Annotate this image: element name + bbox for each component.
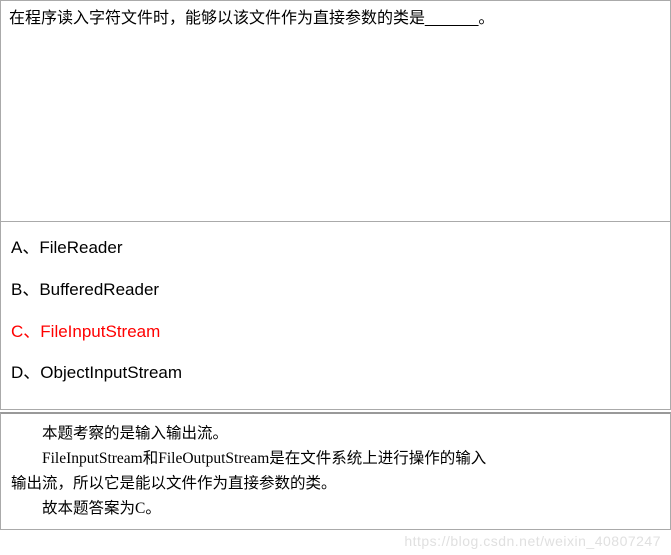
- option-c-label: C、: [11, 322, 40, 341]
- option-a: A、FileReader: [11, 236, 660, 260]
- option-b: B、BufferedReader: [11, 278, 660, 302]
- explanation-line-1: 本题考察的是输入输出流。: [11, 422, 660, 447]
- option-a-text: FileReader: [39, 238, 122, 257]
- question-text: 在程序读入字符文件时，能够以该文件作为直接参数的类是______。: [9, 10, 494, 27]
- option-c-text: FileInputStream: [40, 322, 160, 341]
- explanation-section: 本题考察的是输入输出流。 FileInputStream和FileOutputS…: [0, 412, 671, 530]
- option-c: C、FileInputStream: [11, 320, 660, 344]
- explanation-line-2b: 输出流，所以它是能以文件作为直接参数的类。: [11, 472, 660, 497]
- options-section: A、FileReader B、BufferedReader C、FileInpu…: [0, 222, 671, 410]
- explanation-line-2a: FileInputStream和FileOutputStream是在文件系统上进…: [11, 447, 660, 472]
- explanation-line-3: 故本题答案为C。: [11, 497, 660, 522]
- question-section: 在程序读入字符文件时，能够以该文件作为直接参数的类是______。: [0, 0, 671, 222]
- option-d: D、ObjectInputStream: [11, 361, 660, 385]
- option-a-label: A、: [11, 238, 39, 257]
- option-d-text: ObjectInputStream: [40, 363, 182, 382]
- option-d-label: D、: [11, 363, 40, 382]
- watermark: https://blog.csdn.net/weixin_40807247: [404, 533, 661, 549]
- option-b-label: B、: [11, 280, 39, 299]
- option-b-text: BufferedReader: [39, 280, 159, 299]
